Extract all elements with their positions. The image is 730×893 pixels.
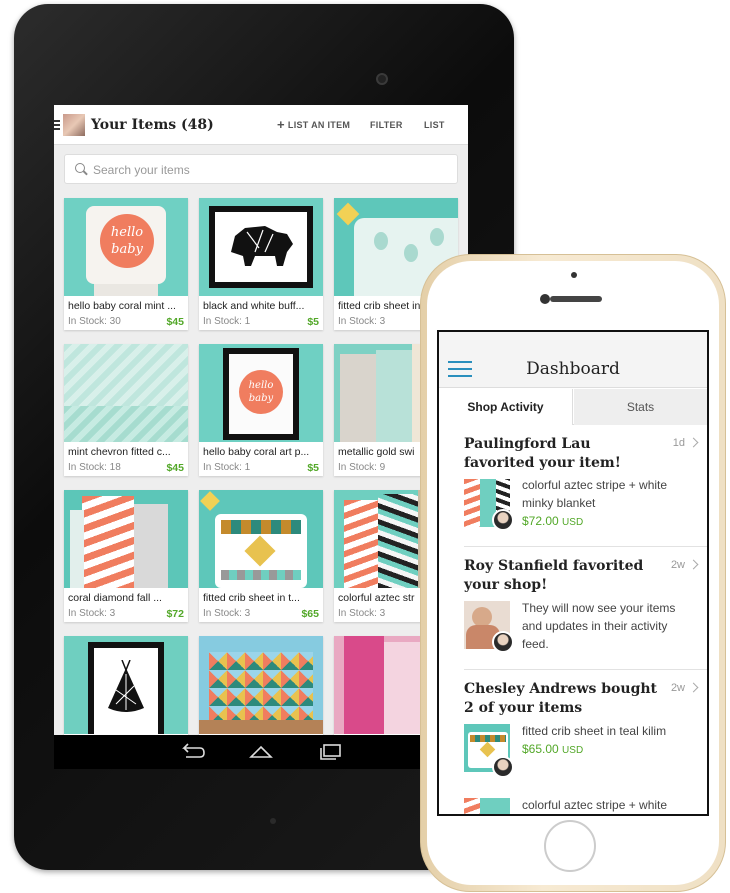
item-name: mint chevron fitted c...: [68, 446, 171, 458]
item-name: hello baby coral art p...: [203, 446, 310, 458]
item-thumbnail: [64, 490, 188, 588]
shop-avatar[interactable]: [63, 114, 85, 136]
chevron-right-icon: [688, 682, 699, 693]
item-stock: In Stock: 30: [68, 316, 121, 327]
search-icon: [75, 163, 85, 173]
item-stock: In Stock: 1: [203, 316, 251, 327]
item-thumbnail: hello baby: [64, 198, 188, 296]
page-title: Dashboard: [526, 359, 620, 379]
product-art-text: hello baby: [239, 370, 283, 414]
phone-speaker: [550, 296, 602, 302]
phone-screen: Dashboard Shop Activity Stats Paulingfor…: [437, 330, 709, 816]
item-thumbnail: [64, 636, 188, 734]
product-art-text: hello baby: [100, 214, 154, 268]
item-thumbnail: [199, 636, 323, 734]
divider: [464, 546, 707, 547]
item-thumbnail: hello baby: [199, 344, 323, 442]
activity-heading: Roy Stanfield favorited your shop!: [464, 558, 644, 593]
activity-text: colorful aztec stripe + white: [522, 798, 668, 812]
item-stock: In Stock: 1: [203, 462, 251, 473]
item-stock: In Stock: 9: [338, 462, 386, 473]
activity-price: $72.00 USD: [522, 514, 584, 528]
filter-button[interactable]: FILTER: [370, 120, 403, 130]
tablet-sensor: [270, 818, 276, 824]
list-an-item-button[interactable]: + LIST AN ITEM: [277, 117, 351, 132]
tablet-camera: [376, 73, 388, 85]
tablet-screen: Your Items (48) + LIST AN ITEM FILTER LIS…: [54, 105, 468, 769]
item-name: fitted crib sheet in t...: [203, 592, 300, 604]
item-card[interactable]: black and white buff... In Stock: 1 $5: [199, 198, 323, 330]
list-an-item-label: LIST AN ITEM: [287, 120, 351, 130]
item-card[interactable]: mint chevron fitted c... In Stock: 18 $4…: [64, 344, 188, 476]
item-price: $45: [166, 462, 184, 474]
activity-time: 2w: [670, 682, 685, 694]
item-name: black and white buff...: [203, 300, 305, 312]
dashboard-header: Dashboard: [439, 332, 707, 388]
tab-stats[interactable]: Stats: [574, 389, 707, 425]
item-thumbnail: [64, 344, 188, 442]
activity-heading: Paulingford Lau favorited your item!: [464, 436, 621, 471]
item-price: $5: [307, 316, 319, 328]
user-avatar: [492, 509, 514, 531]
divider: [464, 669, 707, 670]
activity-time: 1d: [672, 437, 685, 449]
item-price: $45: [166, 316, 184, 328]
phone-camera: [540, 294, 550, 304]
recent-apps-icon[interactable]: [318, 743, 344, 761]
activity-time: 2w: [670, 559, 685, 571]
dashboard-tabs: Shop Activity Stats: [439, 389, 707, 425]
tab-shop-activity[interactable]: Shop Activity: [439, 389, 573, 425]
search-bar[interactable]: [64, 154, 458, 184]
item-thumbnail: [199, 490, 323, 588]
search-input[interactable]: [93, 159, 443, 181]
item-name: coral diamond fall ...: [68, 592, 162, 604]
item-card[interactable]: coral diamond fall ... In Stock: 3 $72: [64, 490, 188, 622]
home-icon[interactable]: [248, 743, 274, 761]
list-view-button[interactable]: LIST: [424, 120, 445, 130]
menu-icon[interactable]: [54, 120, 60, 130]
chevron-right-icon: [688, 437, 699, 448]
phone-sensor: [571, 272, 577, 278]
item-card[interactable]: fitted crib sheet in t... In Stock: 3 $6…: [199, 490, 323, 622]
activity-text: They will now see your items and updates…: [522, 601, 676, 651]
activity-text: fitted crib sheet in teal kilim: [522, 724, 667, 738]
item-name: hello baby coral mint ...: [68, 300, 176, 312]
page-title: Your Items (48): [91, 117, 214, 133]
item-stock: In Stock: 3: [338, 316, 386, 327]
activity-heading: Chesley Andrews bought 2 of your items: [464, 681, 658, 716]
item-card[interactable]: hello baby hello baby coral mint ... In …: [64, 198, 188, 330]
user-avatar: [492, 631, 514, 653]
item-thumbnail: [464, 798, 510, 814]
activity-price: $65.00 USD: [522, 742, 584, 756]
item-stock: In Stock: 18: [68, 462, 121, 473]
phone-home-button[interactable]: [544, 820, 596, 872]
item-card[interactable]: hello baby hello baby coral art p... In …: [199, 344, 323, 476]
item-thumbnail: [199, 198, 323, 296]
chevron-right-icon: [688, 559, 699, 570]
item-stock: In Stock: 3: [338, 608, 386, 619]
android-nav-bar: [54, 735, 468, 769]
item-stock: In Stock: 3: [68, 608, 116, 619]
item-stock: In Stock: 3: [203, 608, 251, 619]
items-header: Your Items (48) + LIST AN ITEM FILTER LIS…: [54, 105, 468, 145]
item-price: $72: [166, 608, 184, 620]
item-price: $5: [307, 462, 319, 474]
back-icon[interactable]: [178, 743, 206, 761]
item-price: $65: [301, 608, 319, 620]
plus-icon: +: [277, 117, 285, 132]
user-avatar: [492, 756, 514, 778]
activity-text: colorful aztec stripe + white minky blan…: [522, 478, 668, 510]
